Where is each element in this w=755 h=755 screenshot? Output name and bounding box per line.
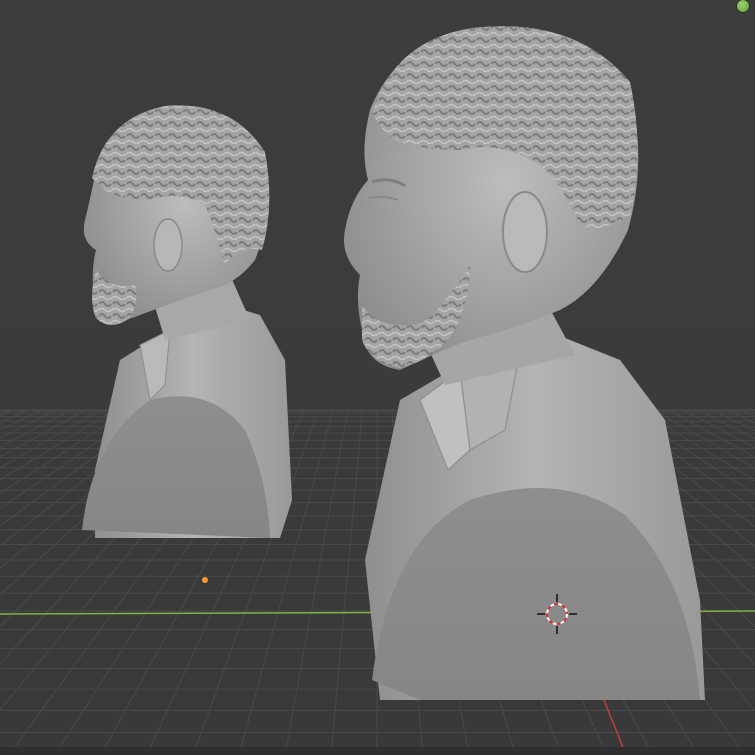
3d-viewport[interactable] [0,0,755,755]
grid-line [697,409,755,440]
bust-right[interactable] [344,26,705,700]
viewport-bottom-edge [0,747,755,755]
viewport-scene[interactable] [0,0,755,755]
grid-line [330,409,363,755]
bust-left[interactable] [82,105,292,538]
grid-line [284,409,349,755]
grid-line [0,409,101,469]
grid-line [0,409,43,431]
object-origin-icon [202,577,208,583]
navigation-gizmo-icon[interactable] [737,0,749,12]
grid-line [0,409,57,439]
